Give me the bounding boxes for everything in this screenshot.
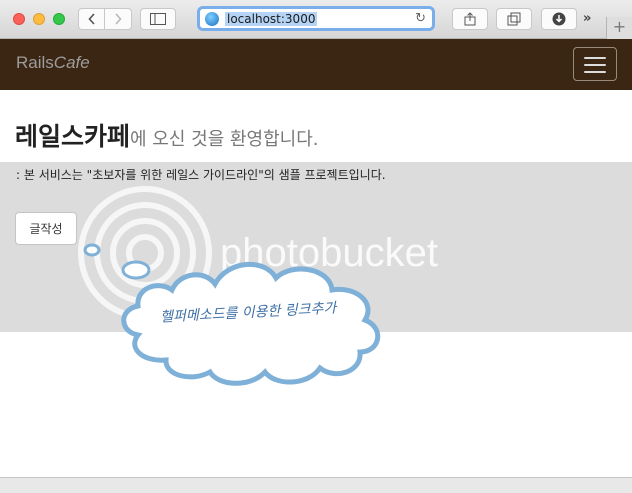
reload-icon[interactable]: ↻ bbox=[415, 11, 426, 26]
sidebar-toggle-button[interactable] bbox=[140, 8, 176, 30]
more-toolbar-button[interactable]: » bbox=[583, 11, 591, 26]
status-bar bbox=[0, 477, 632, 493]
write-post-button[interactable]: 글작성 bbox=[15, 212, 77, 245]
menu-toggle-button[interactable] bbox=[573, 47, 617, 81]
minimize-window-button[interactable] bbox=[33, 13, 45, 25]
history-nav bbox=[78, 8, 132, 30]
new-tab-button[interactable]: + bbox=[606, 17, 632, 39]
tabs-overview-button[interactable] bbox=[496, 8, 532, 30]
back-button[interactable] bbox=[78, 8, 105, 30]
download-icon bbox=[552, 12, 566, 26]
zoom-window-button[interactable] bbox=[53, 13, 65, 25]
sidebar-icon bbox=[150, 13, 166, 25]
page-title-main: 레일스카페 bbox=[15, 122, 131, 151]
page-title: 레일스카페에 오신 것을 환영합니다. bbox=[15, 117, 319, 153]
hamburger-icon-bar bbox=[584, 71, 606, 73]
share-button[interactable] bbox=[452, 8, 488, 30]
url-text: localhost:3000 bbox=[225, 11, 318, 26]
address-bar[interactable]: localhost:3000 ↻ bbox=[197, 6, 435, 31]
brand-logo-link[interactable]: RailsCafe bbox=[16, 53, 90, 73]
chevron-right-icon bbox=[115, 13, 122, 25]
share-icon bbox=[464, 12, 476, 26]
browser-toolbar: localhost:3000 ↻ » + bbox=[0, 0, 632, 39]
tabs-icon bbox=[507, 12, 521, 26]
page-title-sub: 에 오신 것을 환영합니다. bbox=[130, 129, 319, 150]
app-navbar: RailsCafe bbox=[0, 39, 632, 90]
service-description: : 본 서비스는 "초보자를 위한 레일스 가이드라인"의 샘플 프로젝트입니다… bbox=[16, 168, 386, 182]
forward-button[interactable] bbox=[105, 8, 132, 30]
downloads-button[interactable] bbox=[541, 8, 577, 30]
chevron-left-icon bbox=[87, 13, 95, 25]
close-window-button[interactable] bbox=[13, 13, 25, 25]
hamburger-icon bbox=[584, 57, 606, 59]
hamburger-icon-bar bbox=[584, 64, 606, 66]
globe-icon bbox=[205, 11, 219, 26]
